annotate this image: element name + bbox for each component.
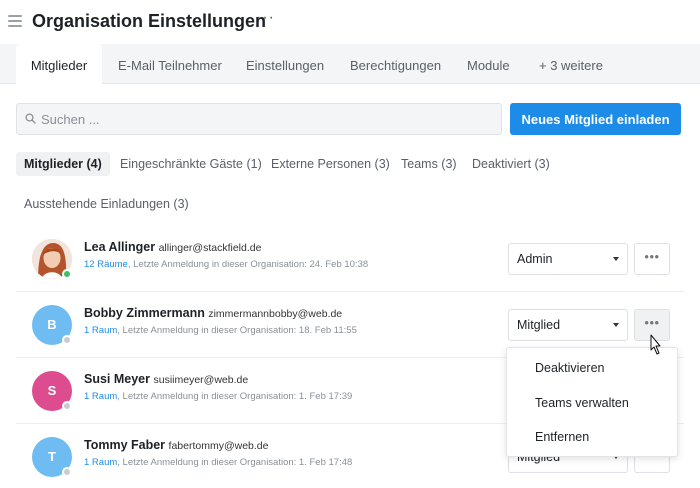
last-login-text: , Letzte Anmeldung in dieser Organisatio…	[117, 325, 357, 336]
caret-down-icon	[613, 323, 619, 327]
member-email: zimmermannbobby@web.de	[208, 308, 343, 320]
rooms-link[interactable]: 1 Raum	[84, 457, 117, 468]
role-select[interactable]: Admin	[508, 243, 628, 275]
tab-more[interactable]: + 3 weitere	[539, 44, 603, 84]
member-name: Bobby Zimmermann	[84, 306, 205, 320]
offline-status-dot	[62, 467, 72, 477]
member-name: Tommy Faber	[84, 438, 166, 452]
member-more-button[interactable]: •••	[634, 243, 670, 275]
search-input[interactable]	[16, 103, 502, 135]
menu-item-entfernen[interactable]: Entfernen	[535, 430, 589, 444]
last-login-text: , Letzte Anmeldung in dieser Organisatio…	[127, 259, 369, 270]
settings-tab-bar: Mitglieder E-Mail Teilnehmer Einstellung…	[0, 44, 700, 85]
member-name: Lea Allinger	[84, 240, 156, 254]
rooms-link[interactable]: 12 Räume	[84, 259, 128, 270]
role-select[interactable]: Mitglied	[508, 309, 628, 341]
menu-item-teams-verwalten[interactable]: Teams verwalten	[535, 396, 629, 410]
member-row: Lea Allinger allinger@stackfield.de 12 R…	[16, 226, 684, 292]
more-options-icon[interactable]: ···	[256, 9, 275, 27]
invite-member-button[interactable]: Neues Mitglied einladen	[510, 103, 681, 135]
tab-mitglieder[interactable]: Mitglieder	[16, 44, 102, 85]
role-value: Mitglied	[517, 318, 561, 332]
offline-status-dot	[62, 335, 72, 345]
member-actions-menu: Deaktivieren Teams verwalten Entfernen	[506, 347, 678, 457]
caret-down-icon	[613, 257, 619, 261]
tab-einstellungen[interactable]: Einstellungen	[246, 44, 324, 84]
online-status-dot	[62, 269, 72, 279]
pending-invitations-link[interactable]: Ausstehende Einladungen (3)	[24, 197, 189, 211]
subtab-externe-personen[interactable]: Externe Personen (3)	[263, 152, 398, 176]
subtab-mitglieder[interactable]: Mitglieder (4)	[16, 152, 110, 176]
subtab-deaktiviert[interactable]: Deaktiviert (3)	[464, 152, 558, 176]
role-value: Admin	[517, 252, 553, 266]
page-title: Organisation Einstellungen	[32, 11, 267, 31]
rooms-link[interactable]: 1 Raum	[84, 325, 117, 336]
menu-item-deaktivieren[interactable]: Deaktivieren	[535, 361, 604, 375]
tab-email-teilnehmer[interactable]: E-Mail Teilnehmer	[118, 44, 222, 84]
member-email: allinger@stackfield.de	[158, 242, 262, 254]
subtab-eingeschraenkte-gaeste[interactable]: Eingeschränkte Gäste (1)	[112, 152, 270, 176]
last-login-text: , Letzte Anmeldung in dieser Organisatio…	[117, 457, 353, 468]
tab-module[interactable]: Module	[467, 44, 510, 84]
subtab-teams[interactable]: Teams (3)	[393, 152, 465, 176]
search-icon	[25, 113, 36, 124]
tab-berechtigungen[interactable]: Berechtigungen	[350, 44, 441, 84]
last-login-text: , Letzte Anmeldung in dieser Organisatio…	[117, 391, 353, 402]
member-email: susiimeyer@web.de	[153, 374, 249, 386]
mouse-pointer-icon	[650, 334, 661, 355]
member-email: fabertommy@web.de	[168, 440, 269, 452]
member-name: Susi Meyer	[84, 372, 151, 386]
hamburger-menu-icon[interactable]	[8, 15, 22, 27]
rooms-link[interactable]: 1 Raum	[84, 391, 117, 402]
offline-status-dot	[62, 401, 72, 411]
page-header: Organisation Einstellungen ···	[0, 0, 700, 44]
